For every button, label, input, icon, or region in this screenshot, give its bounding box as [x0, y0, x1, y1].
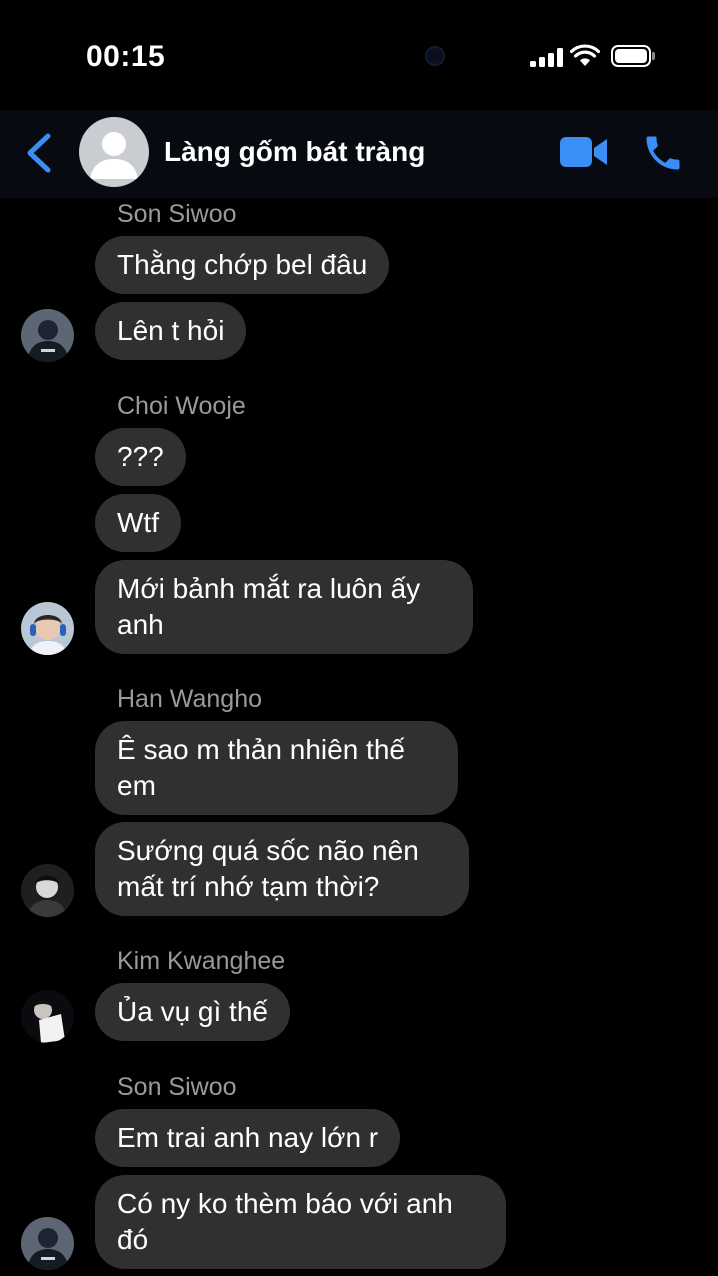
video-call-icon[interactable]: [559, 134, 609, 170]
message-bubble[interactable]: Có ny ko thèm báo với anh đó: [95, 1175, 506, 1269]
message-bubble[interactable]: Thằng chớp bel đâu: [95, 236, 390, 294]
sender-name: Son Siwoo: [117, 1073, 237, 1101]
avatar[interactable]: [21, 864, 74, 917]
status-bar: 00:15: [0, 0, 718, 110]
message-bubble[interactable]: Sướng quá sốc não nên mất trí nhớ tạm th…: [95, 822, 469, 916]
avatar[interactable]: [21, 309, 74, 362]
message-bubble[interactable]: Ủa vụ gì thế: [95, 983, 290, 1041]
chat-title[interactable]: Làng gốm bát tràng: [164, 136, 425, 168]
battery-icon: [611, 45, 655, 67]
message-bubble[interactable]: Mới bảnh mắt ra luôn ấy anh: [95, 560, 473, 654]
avatar[interactable]: [21, 602, 74, 655]
status-time: 00:15: [86, 40, 166, 73]
message-bubble[interactable]: Ê sao m thản nhiên thế em: [95, 721, 458, 815]
message-list[interactable]: Son Siwoo Thằng chớp bel đâu Lên t hỏi C…: [0, 198, 718, 1276]
sender-name: Han Wangho: [117, 685, 262, 713]
back-chevron-icon[interactable]: [22, 132, 56, 174]
avatar[interactable]: [21, 990, 74, 1043]
person-icon: [90, 132, 138, 179]
sender-name: Choi Wooje: [117, 392, 246, 420]
sender-name: Kim Kwanghee: [117, 947, 286, 975]
message-bubble[interactable]: Lên t hỏi: [95, 302, 247, 360]
wifi-icon: [570, 44, 600, 66]
phone-call-icon[interactable]: [641, 131, 685, 175]
camera-dot: [425, 46, 445, 66]
message-bubble[interactable]: ???: [95, 428, 186, 486]
message-bubble[interactable]: Em trai anh nay lớn r: [95, 1109, 401, 1167]
avatar[interactable]: [21, 1217, 74, 1270]
group-avatar[interactable]: [79, 117, 149, 187]
sender-name: Son Siwoo: [117, 200, 237, 228]
cellular-signal-icon: [530, 47, 564, 67]
message-bubble[interactable]: Wtf: [95, 494, 181, 552]
